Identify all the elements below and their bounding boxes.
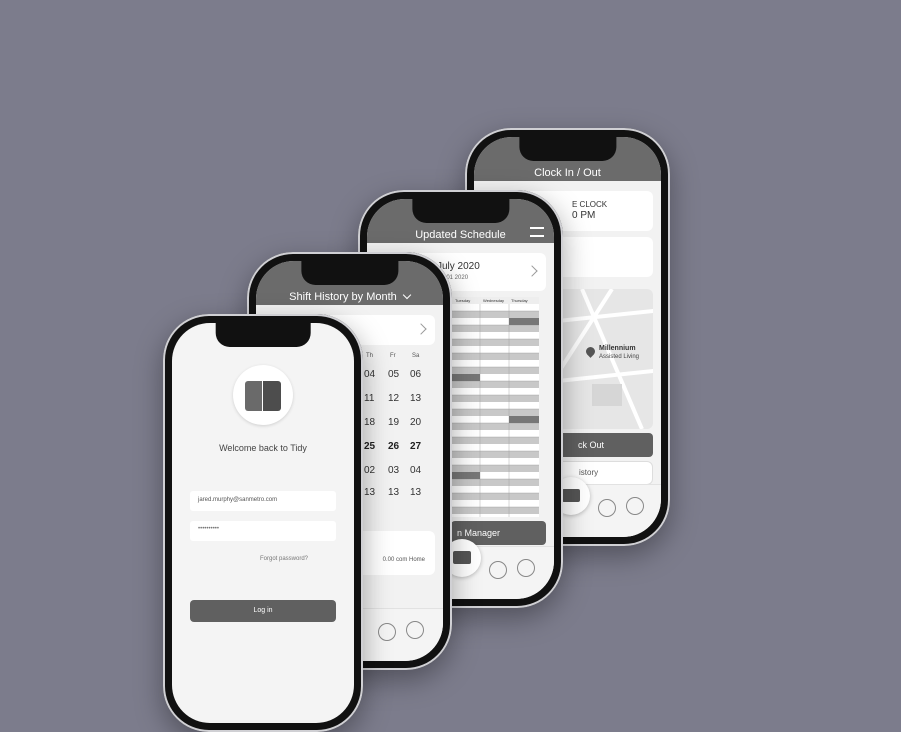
col-header-wed: Wednesday	[483, 298, 505, 303]
phone-notch	[300, 261, 399, 285]
col-header-thu: Thursday	[511, 298, 528, 303]
phone-notch	[411, 199, 510, 223]
calendar-day[interactable]: 02	[364, 465, 375, 476]
welcome-text: Welcome back to Tidy	[219, 443, 307, 453]
calendar-row-6: 13 13 13	[364, 487, 436, 507]
calendar-day[interactable]: 13	[410, 487, 421, 498]
calendar-day[interactable]: 26	[388, 441, 399, 452]
calendar-grid: Th Fr Sa 04 05 06 11 12 13 18 19 20 25 2	[364, 353, 436, 503]
calendar-day[interactable]: 04	[410, 465, 421, 476]
login-button-label: Log in	[253, 607, 273, 614]
phone-notch	[215, 323, 311, 347]
calendar-day[interactable]: 13	[364, 487, 375, 498]
chat-icon[interactable]	[378, 623, 396, 641]
calendar-day[interactable]: 06	[410, 369, 421, 380]
calendar-day[interactable]: 12	[388, 393, 399, 404]
chevron-right-icon[interactable]	[526, 265, 538, 277]
location-sub: Assisted Living	[599, 354, 640, 360]
schedule-table: Tuesday Wednesday Thursday	[451, 297, 539, 517]
calendar-day[interactable]: 11	[364, 393, 374, 404]
calendar-row-3: 18 19 20	[364, 417, 436, 437]
calendar-row-4: 25 26 27	[364, 441, 436, 461]
schedule-column-headers: Tuesday Wednesday Thursday	[451, 297, 539, 304]
location-name: Millennium	[599, 345, 636, 352]
profile-icon[interactable]	[626, 497, 644, 515]
phone-notch	[518, 137, 617, 161]
calendar-day[interactable]: 25	[364, 441, 375, 452]
app-logo	[233, 365, 293, 425]
email-value: jared.murphy@sanmetro.com	[198, 497, 278, 503]
weekday-headers: Th Fr Sa	[364, 353, 436, 365]
schedule-grid	[451, 304, 539, 517]
book-logo-icon	[245, 381, 262, 411]
schedule-title: Updated Schedule	[415, 229, 506, 241]
shift-history-title[interactable]: Shift History by Month	[256, 290, 443, 303]
login-screen: Welcome back to Tidy jared.murphy@sanmet…	[172, 323, 354, 723]
forgot-password-link[interactable]: Forgot password?	[172, 556, 354, 562]
message-manager-label: n Manager	[457, 528, 501, 538]
chat-icon[interactable]	[489, 561, 507, 579]
login-button[interactable]: Log in	[190, 600, 336, 622]
chevron-right-icon[interactable]	[415, 323, 427, 335]
calendar-day[interactable]: 04	[364, 369, 375, 380]
clock-title: Clock In / Out	[534, 167, 601, 179]
weekday-th: Th	[366, 353, 374, 359]
weekday-fr: Fr	[390, 353, 396, 359]
shift-history-title-text: Shift History by Month	[289, 291, 397, 303]
calendar-row-2: 11 12 13	[364, 393, 436, 413]
calendar-day[interactable]: 19	[388, 417, 399, 428]
phone-login: Welcome back to Tidy jared.murphy@sanmet…	[163, 314, 363, 732]
shift-summary-text: 0.00 com Home	[382, 557, 425, 563]
clock-card-title: E CLOCK	[572, 200, 608, 209]
calendar-day[interactable]: 13	[410, 393, 421, 404]
password-field[interactable]: ••••••••••	[190, 521, 336, 541]
profile-icon[interactable]	[406, 621, 424, 639]
calendar-day[interactable]: 05	[388, 369, 399, 380]
calendar-day[interactable]: 18	[364, 417, 375, 428]
calendar-row-5: 02 03 04	[364, 465, 436, 485]
add-list-icon[interactable]	[530, 227, 544, 237]
calendar-day[interactable]: 13	[388, 487, 399, 498]
clock-card-time: 0 PM	[572, 210, 596, 221]
col-header-tue: Tuesday	[455, 298, 471, 303]
calendar-day[interactable]: 03	[388, 465, 399, 476]
calendar-day[interactable]: 20	[410, 417, 421, 428]
history-label: istory	[579, 468, 599, 477]
calendar-day[interactable]: 27	[410, 441, 421, 452]
email-field[interactable]: jared.murphy@sanmetro.com	[190, 491, 336, 511]
clock-out-label: ck Out	[578, 440, 605, 450]
profile-icon[interactable]	[517, 559, 535, 577]
book-logo-page-icon	[263, 381, 281, 411]
chat-icon[interactable]	[598, 499, 616, 517]
calendar-row-1: 04 05 06	[364, 369, 436, 389]
chevron-down-icon[interactable]	[402, 290, 412, 300]
weekday-sa: Sa	[412, 353, 420, 359]
password-value: ••••••••••	[198, 526, 220, 532]
